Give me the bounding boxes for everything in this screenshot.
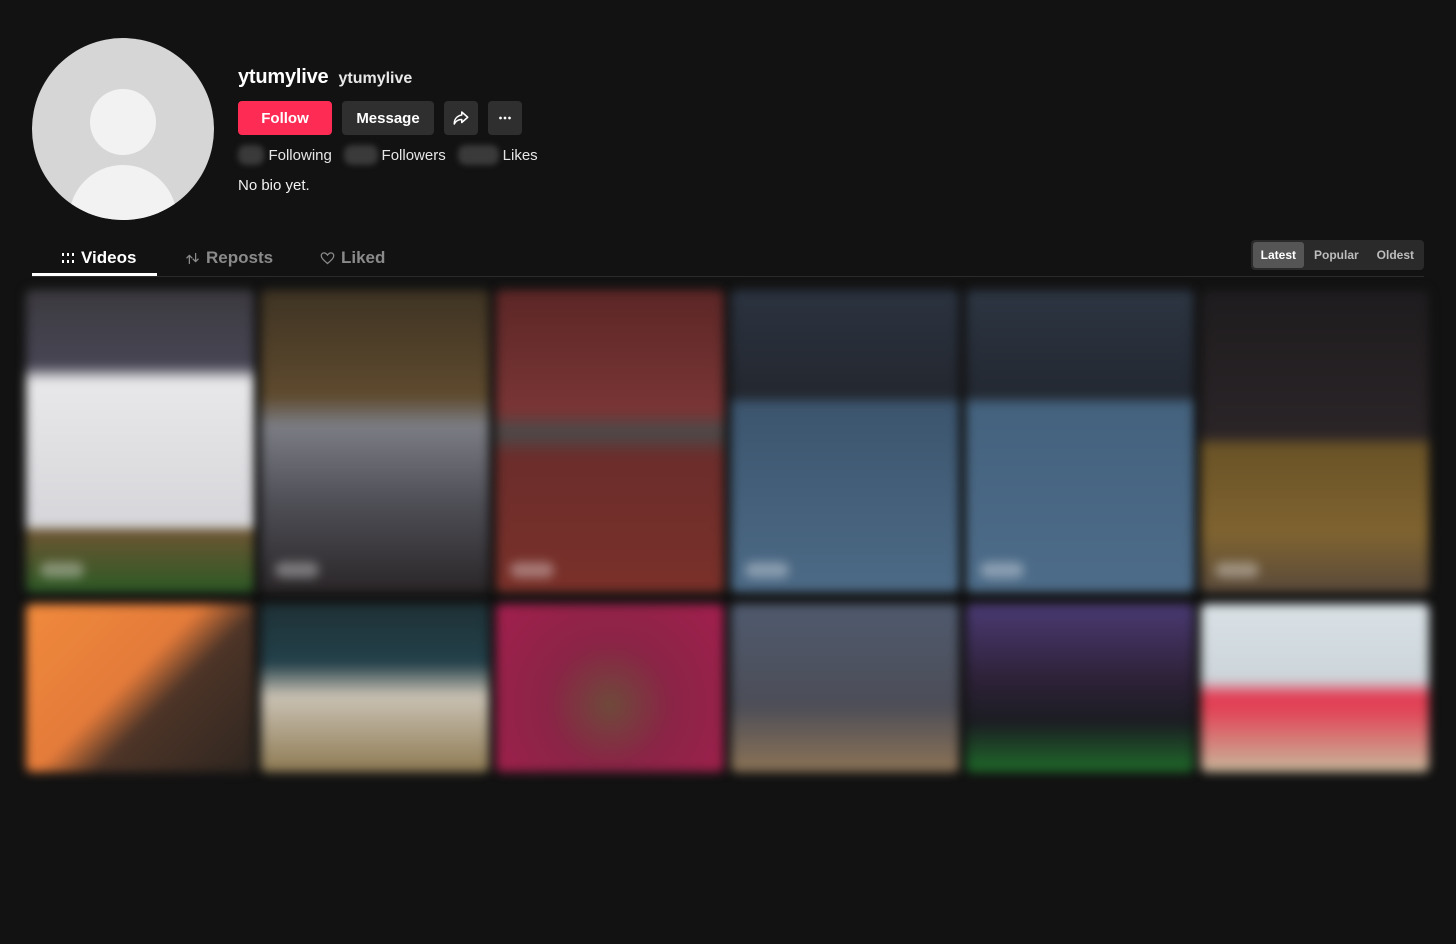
video-thumbnail[interactable]: [26, 290, 254, 592]
video-thumbnail[interactable]: [496, 290, 724, 592]
content-tabs: Videos Reposts Liked Latest Popular Olde…: [32, 240, 1424, 277]
view-count-badge: [980, 562, 1024, 578]
view-count-badge: [510, 562, 554, 578]
message-button[interactable]: Message: [342, 101, 434, 135]
view-count-badge: [1215, 562, 1259, 578]
profile-stats: 00 Following 000 Followers 0000 Likes: [238, 145, 538, 165]
likes-label: Likes: [502, 146, 538, 164]
video-thumbnail[interactable]: [496, 604, 724, 772]
tab-reposts-label: Reposts: [206, 248, 274, 267]
tab-liked-label: Liked: [341, 248, 386, 267]
video-thumbnail[interactable]: [966, 290, 1194, 592]
tab-videos[interactable]: Videos: [61, 240, 136, 276]
avatar[interactable]: [32, 38, 214, 220]
profile-bio: No bio yet.: [238, 177, 310, 194]
video-thumbnail[interactable]: [261, 604, 489, 772]
avatar-head-shape: [90, 89, 156, 155]
grid-icon: [62, 253, 74, 263]
video-thumbnail[interactable]: [1201, 290, 1429, 592]
following-count: 00: [238, 145, 265, 165]
nickname: ytumylive: [338, 70, 413, 87]
following-stat[interactable]: 00 Following: [238, 145, 332, 165]
video-thumbnail[interactable]: [966, 604, 1194, 772]
followers-stat[interactable]: 000 Followers: [343, 145, 446, 165]
likes-stat: 0000 Likes: [457, 145, 538, 165]
video-grid: [26, 290, 1432, 772]
tab-reposts[interactable]: Reposts: [185, 240, 273, 276]
video-thumbnail[interactable]: [731, 290, 959, 592]
profile-info: ytumylive ytumylive Follow Message 00 Fo…: [238, 38, 538, 220]
heart-icon: [320, 251, 335, 264]
share-button[interactable]: [444, 101, 478, 135]
sort-oldest[interactable]: Oldest: [1369, 242, 1422, 268]
video-thumbnail[interactable]: [261, 290, 489, 592]
repost-icon: [186, 252, 199, 264]
followers-count: 000: [343, 145, 378, 165]
tab-videos-label: Videos: [81, 248, 137, 267]
sort-popular[interactable]: Popular: [1306, 242, 1367, 268]
profile-names: ytumylive ytumylive: [238, 66, 538, 89]
follow-button[interactable]: Follow: [238, 101, 332, 135]
profile-actions: Follow Message: [238, 101, 538, 135]
username: ytumylive: [238, 66, 329, 88]
tab-liked[interactable]: Liked: [320, 240, 385, 276]
view-count-badge: [745, 562, 789, 578]
profile-header: ytumylive ytumylive Follow Message 00 Fo…: [32, 38, 538, 220]
active-tab-indicator: [32, 273, 157, 276]
avatar-body-shape: [69, 165, 177, 220]
video-thumbnail[interactable]: [1201, 604, 1429, 772]
sort-toggle: Latest Popular Oldest: [1250, 240, 1424, 270]
likes-count: 0000: [457, 145, 499, 165]
following-label: Following: [268, 146, 332, 164]
video-thumbnail[interactable]: [26, 604, 254, 772]
video-thumbnail[interactable]: [731, 604, 959, 772]
view-count-badge: [40, 562, 84, 578]
view-count-badge: [275, 562, 319, 578]
more-options-button[interactable]: [488, 101, 522, 135]
more-icon: [499, 116, 511, 120]
followers-label: Followers: [381, 146, 446, 164]
sort-latest[interactable]: Latest: [1252, 242, 1304, 268]
share-icon: [453, 111, 469, 125]
